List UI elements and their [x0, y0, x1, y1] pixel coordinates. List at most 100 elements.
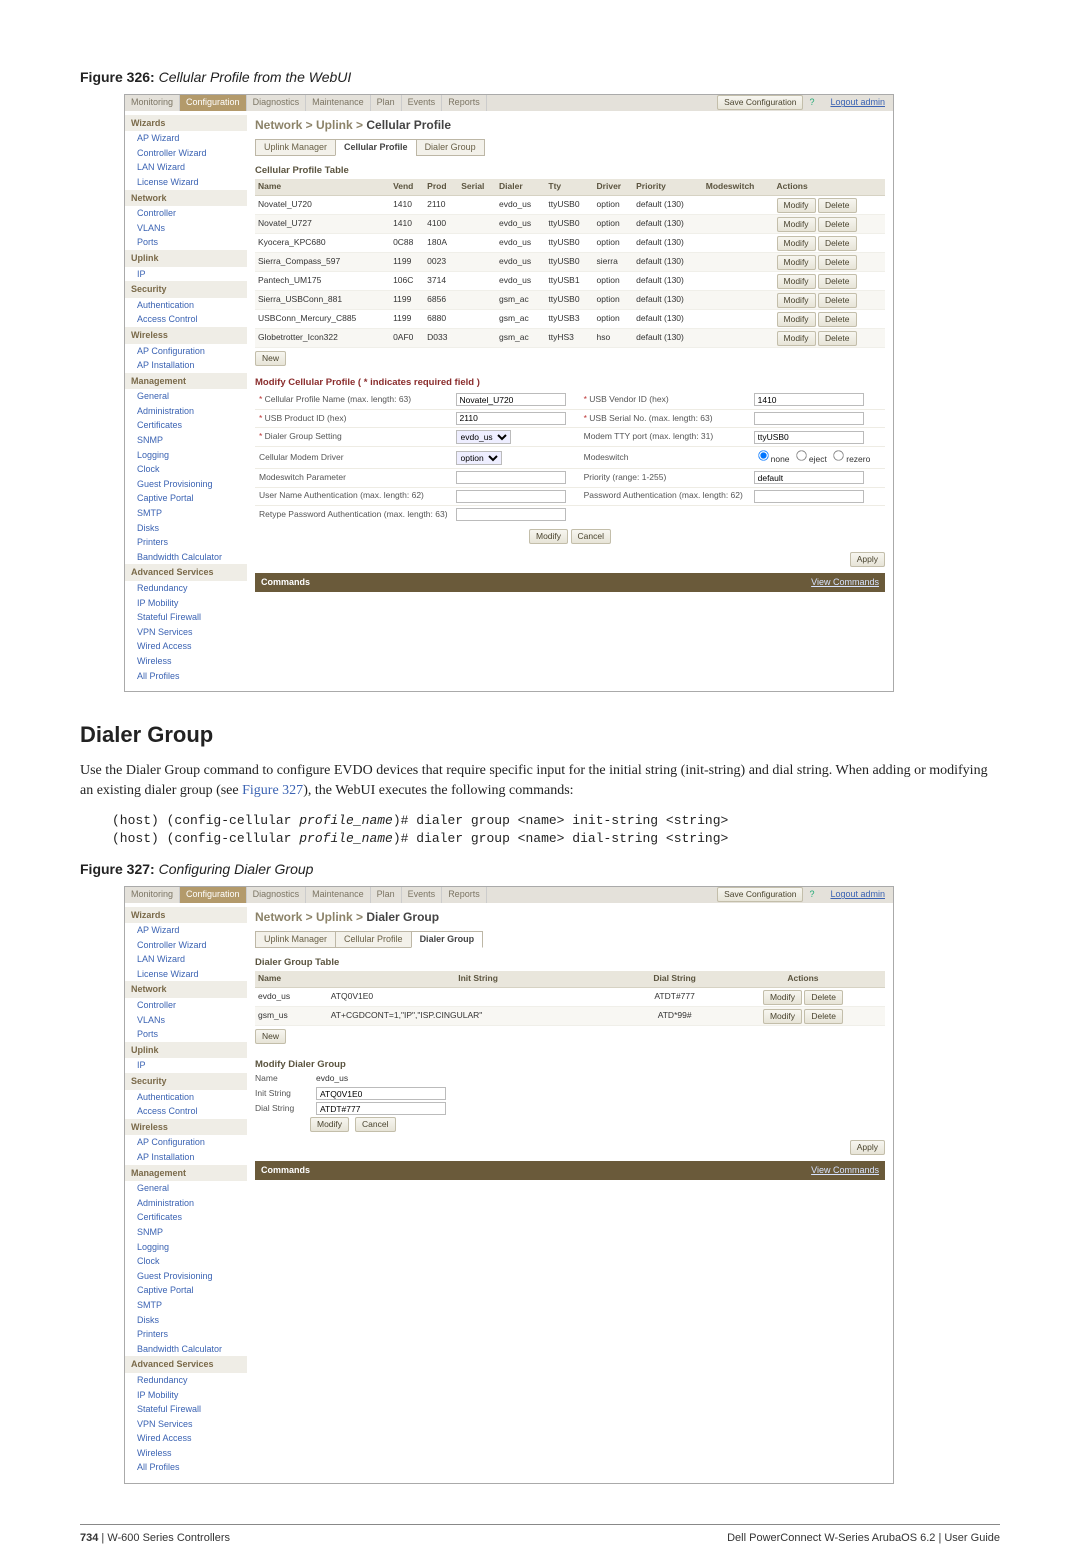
new-button[interactable]: New	[255, 1029, 286, 1044]
sidebar-item-guest-provisioning[interactable]: Guest Provisioning	[125, 477, 247, 492]
top-tab-maintenance[interactable]: Maintenance	[306, 887, 371, 903]
help-icon[interactable]: ?	[809, 96, 814, 109]
save-config-button[interactable]: Save Configuration	[717, 887, 803, 902]
sidebar-item-ip[interactable]: IP	[125, 1058, 247, 1073]
sidebar-item-bandwidth-calculator[interactable]: Bandwidth Calculator	[125, 1342, 247, 1357]
cancel-button[interactable]: Cancel	[571, 529, 611, 544]
logout-link[interactable]: Logout admin	[830, 888, 885, 901]
delete-button[interactable]: Delete	[818, 274, 857, 289]
sidebar-item-lan-wizard[interactable]: LAN Wizard	[125, 160, 247, 175]
pwd-auth-input[interactable]	[754, 490, 864, 503]
figure-327-link[interactable]: Figure 327	[242, 783, 303, 798]
sidebar-item-redundancy[interactable]: Redundancy	[125, 581, 247, 596]
subtab-uplink-manager[interactable]: Uplink Manager	[255, 139, 336, 156]
modify-button[interactable]: Modify	[763, 1009, 802, 1024]
subtab-cellular-profile[interactable]: Cellular Profile	[335, 139, 417, 156]
top-tab-plan[interactable]: Plan	[371, 95, 402, 111]
modify-button[interactable]: Modify	[310, 1117, 349, 1132]
modem-tty-input[interactable]	[754, 431, 864, 444]
sidebar-item-general[interactable]: General	[125, 1181, 247, 1196]
sidebar-item-ap-installation[interactable]: AP Installation	[125, 1150, 247, 1165]
init-input[interactable]	[316, 1087, 446, 1100]
sidebar-item-authentication[interactable]: Authentication	[125, 298, 247, 313]
sidebar-item-redundancy[interactable]: Redundancy	[125, 1373, 247, 1388]
modify-button[interactable]: Modify	[777, 293, 816, 308]
sidebar-item-printers[interactable]: Printers	[125, 535, 247, 550]
top-tab-diagnostics[interactable]: Diagnostics	[247, 887, 307, 903]
modify-button[interactable]: Modify	[777, 331, 816, 346]
top-tab-events[interactable]: Events	[402, 95, 443, 111]
sidebar-item-access-control[interactable]: Access Control	[125, 312, 247, 327]
delete-button[interactable]: Delete	[818, 255, 857, 270]
sidebar-item-clock[interactable]: Clock	[125, 1254, 247, 1269]
sidebar-item-smtp[interactable]: SMTP	[125, 1298, 247, 1313]
sidebar-item-printers[interactable]: Printers	[125, 1327, 247, 1342]
sidebar-item-all-profiles[interactable]: All Profiles	[125, 669, 247, 684]
delete-button[interactable]: Delete	[818, 217, 857, 232]
view-commands-link[interactable]: View Commands	[811, 1164, 879, 1177]
driver-select[interactable]: option	[456, 451, 502, 465]
usb-product-input[interactable]	[456, 412, 566, 425]
sidebar-item-logging[interactable]: Logging	[125, 448, 247, 463]
subtab-cellular-profile[interactable]: Cellular Profile	[335, 931, 412, 948]
sidebar-item-disks[interactable]: Disks	[125, 1313, 247, 1328]
sidebar-item-vlans[interactable]: VLANs	[125, 1013, 247, 1028]
sidebar-item-ap-configuration[interactable]: AP Configuration	[125, 344, 247, 359]
sidebar-item-captive-portal[interactable]: Captive Portal	[125, 1283, 247, 1298]
top-tab-reports[interactable]: Reports	[442, 95, 487, 111]
sidebar-item-ports[interactable]: Ports	[125, 235, 247, 250]
modify-button[interactable]: Modify	[777, 255, 816, 270]
user-auth-input[interactable]	[456, 490, 566, 503]
delete-button[interactable]: Delete	[818, 198, 857, 213]
subtab-dialer-group[interactable]: Dialer Group	[411, 931, 484, 948]
sidebar-item-vlans[interactable]: VLANs	[125, 221, 247, 236]
top-tab-events[interactable]: Events	[402, 887, 443, 903]
profile-name-input[interactable]	[456, 393, 566, 406]
sidebar-item-vpn-services[interactable]: VPN Services	[125, 1417, 247, 1432]
save-config-button[interactable]: Save Configuration	[717, 95, 803, 110]
dialer-group-select[interactable]: evdo_us	[456, 430, 511, 444]
sidebar-item-ip[interactable]: IP	[125, 267, 247, 282]
sidebar-item-certificates[interactable]: Certificates	[125, 418, 247, 433]
sidebar-item-captive-portal[interactable]: Captive Portal	[125, 491, 247, 506]
top-tab-reports[interactable]: Reports	[442, 887, 487, 903]
logout-link[interactable]: Logout admin	[830, 96, 885, 109]
sidebar-item-administration[interactable]: Administration	[125, 1196, 247, 1211]
delete-button[interactable]: Delete	[818, 236, 857, 251]
modify-button[interactable]: Modify	[763, 990, 802, 1005]
new-button[interactable]: New	[255, 351, 286, 366]
modify-button[interactable]: Modify	[777, 217, 816, 232]
sidebar-item-clock[interactable]: Clock	[125, 462, 247, 477]
sidebar-item-controller[interactable]: Controller	[125, 998, 247, 1013]
sidebar-item-disks[interactable]: Disks	[125, 521, 247, 536]
sidebar-item-controller-wizard[interactable]: Controller Wizard	[125, 146, 247, 161]
help-icon[interactable]: ?	[809, 888, 814, 901]
sidebar-item-license-wizard[interactable]: License Wizard	[125, 175, 247, 190]
apply-button[interactable]: Apply	[850, 552, 885, 567]
sidebar-item-controller[interactable]: Controller	[125, 206, 247, 221]
sidebar-item-administration[interactable]: Administration	[125, 404, 247, 419]
subtab-dialer-group[interactable]: Dialer Group	[416, 139, 485, 156]
sidebar-item-lan-wizard[interactable]: LAN Wizard	[125, 952, 247, 967]
sidebar-item-authentication[interactable]: Authentication	[125, 1090, 247, 1105]
sidebar-item-access-control[interactable]: Access Control	[125, 1104, 247, 1119]
sidebar-item-stateful-firewall[interactable]: Stateful Firewall	[125, 610, 247, 625]
view-commands-link[interactable]: View Commands	[811, 576, 879, 589]
sidebar-item-guest-provisioning[interactable]: Guest Provisioning	[125, 1269, 247, 1284]
sidebar-item-ports[interactable]: Ports	[125, 1027, 247, 1042]
sidebar-item-ap-wizard[interactable]: AP Wizard	[125, 131, 247, 146]
sidebar-item-wireless[interactable]: Wireless	[125, 654, 247, 669]
sidebar-item-all-profiles[interactable]: All Profiles	[125, 1460, 247, 1475]
sidebar-item-wired-access[interactable]: Wired Access	[125, 639, 247, 654]
dial-input[interactable]	[316, 1102, 446, 1115]
sidebar-item-ap-configuration[interactable]: AP Configuration	[125, 1135, 247, 1150]
top-tab-monitoring[interactable]: Monitoring	[125, 95, 180, 111]
cancel-button[interactable]: Cancel	[355, 1117, 395, 1132]
delete-button[interactable]: Delete	[818, 293, 857, 308]
sidebar-item-smtp[interactable]: SMTP	[125, 506, 247, 521]
top-tab-diagnostics[interactable]: Diagnostics	[247, 95, 307, 111]
sidebar-item-general[interactable]: General	[125, 389, 247, 404]
modify-button[interactable]: Modify	[777, 198, 816, 213]
modify-button[interactable]: Modify	[777, 274, 816, 289]
sidebar-item-wired-access[interactable]: Wired Access	[125, 1431, 247, 1446]
